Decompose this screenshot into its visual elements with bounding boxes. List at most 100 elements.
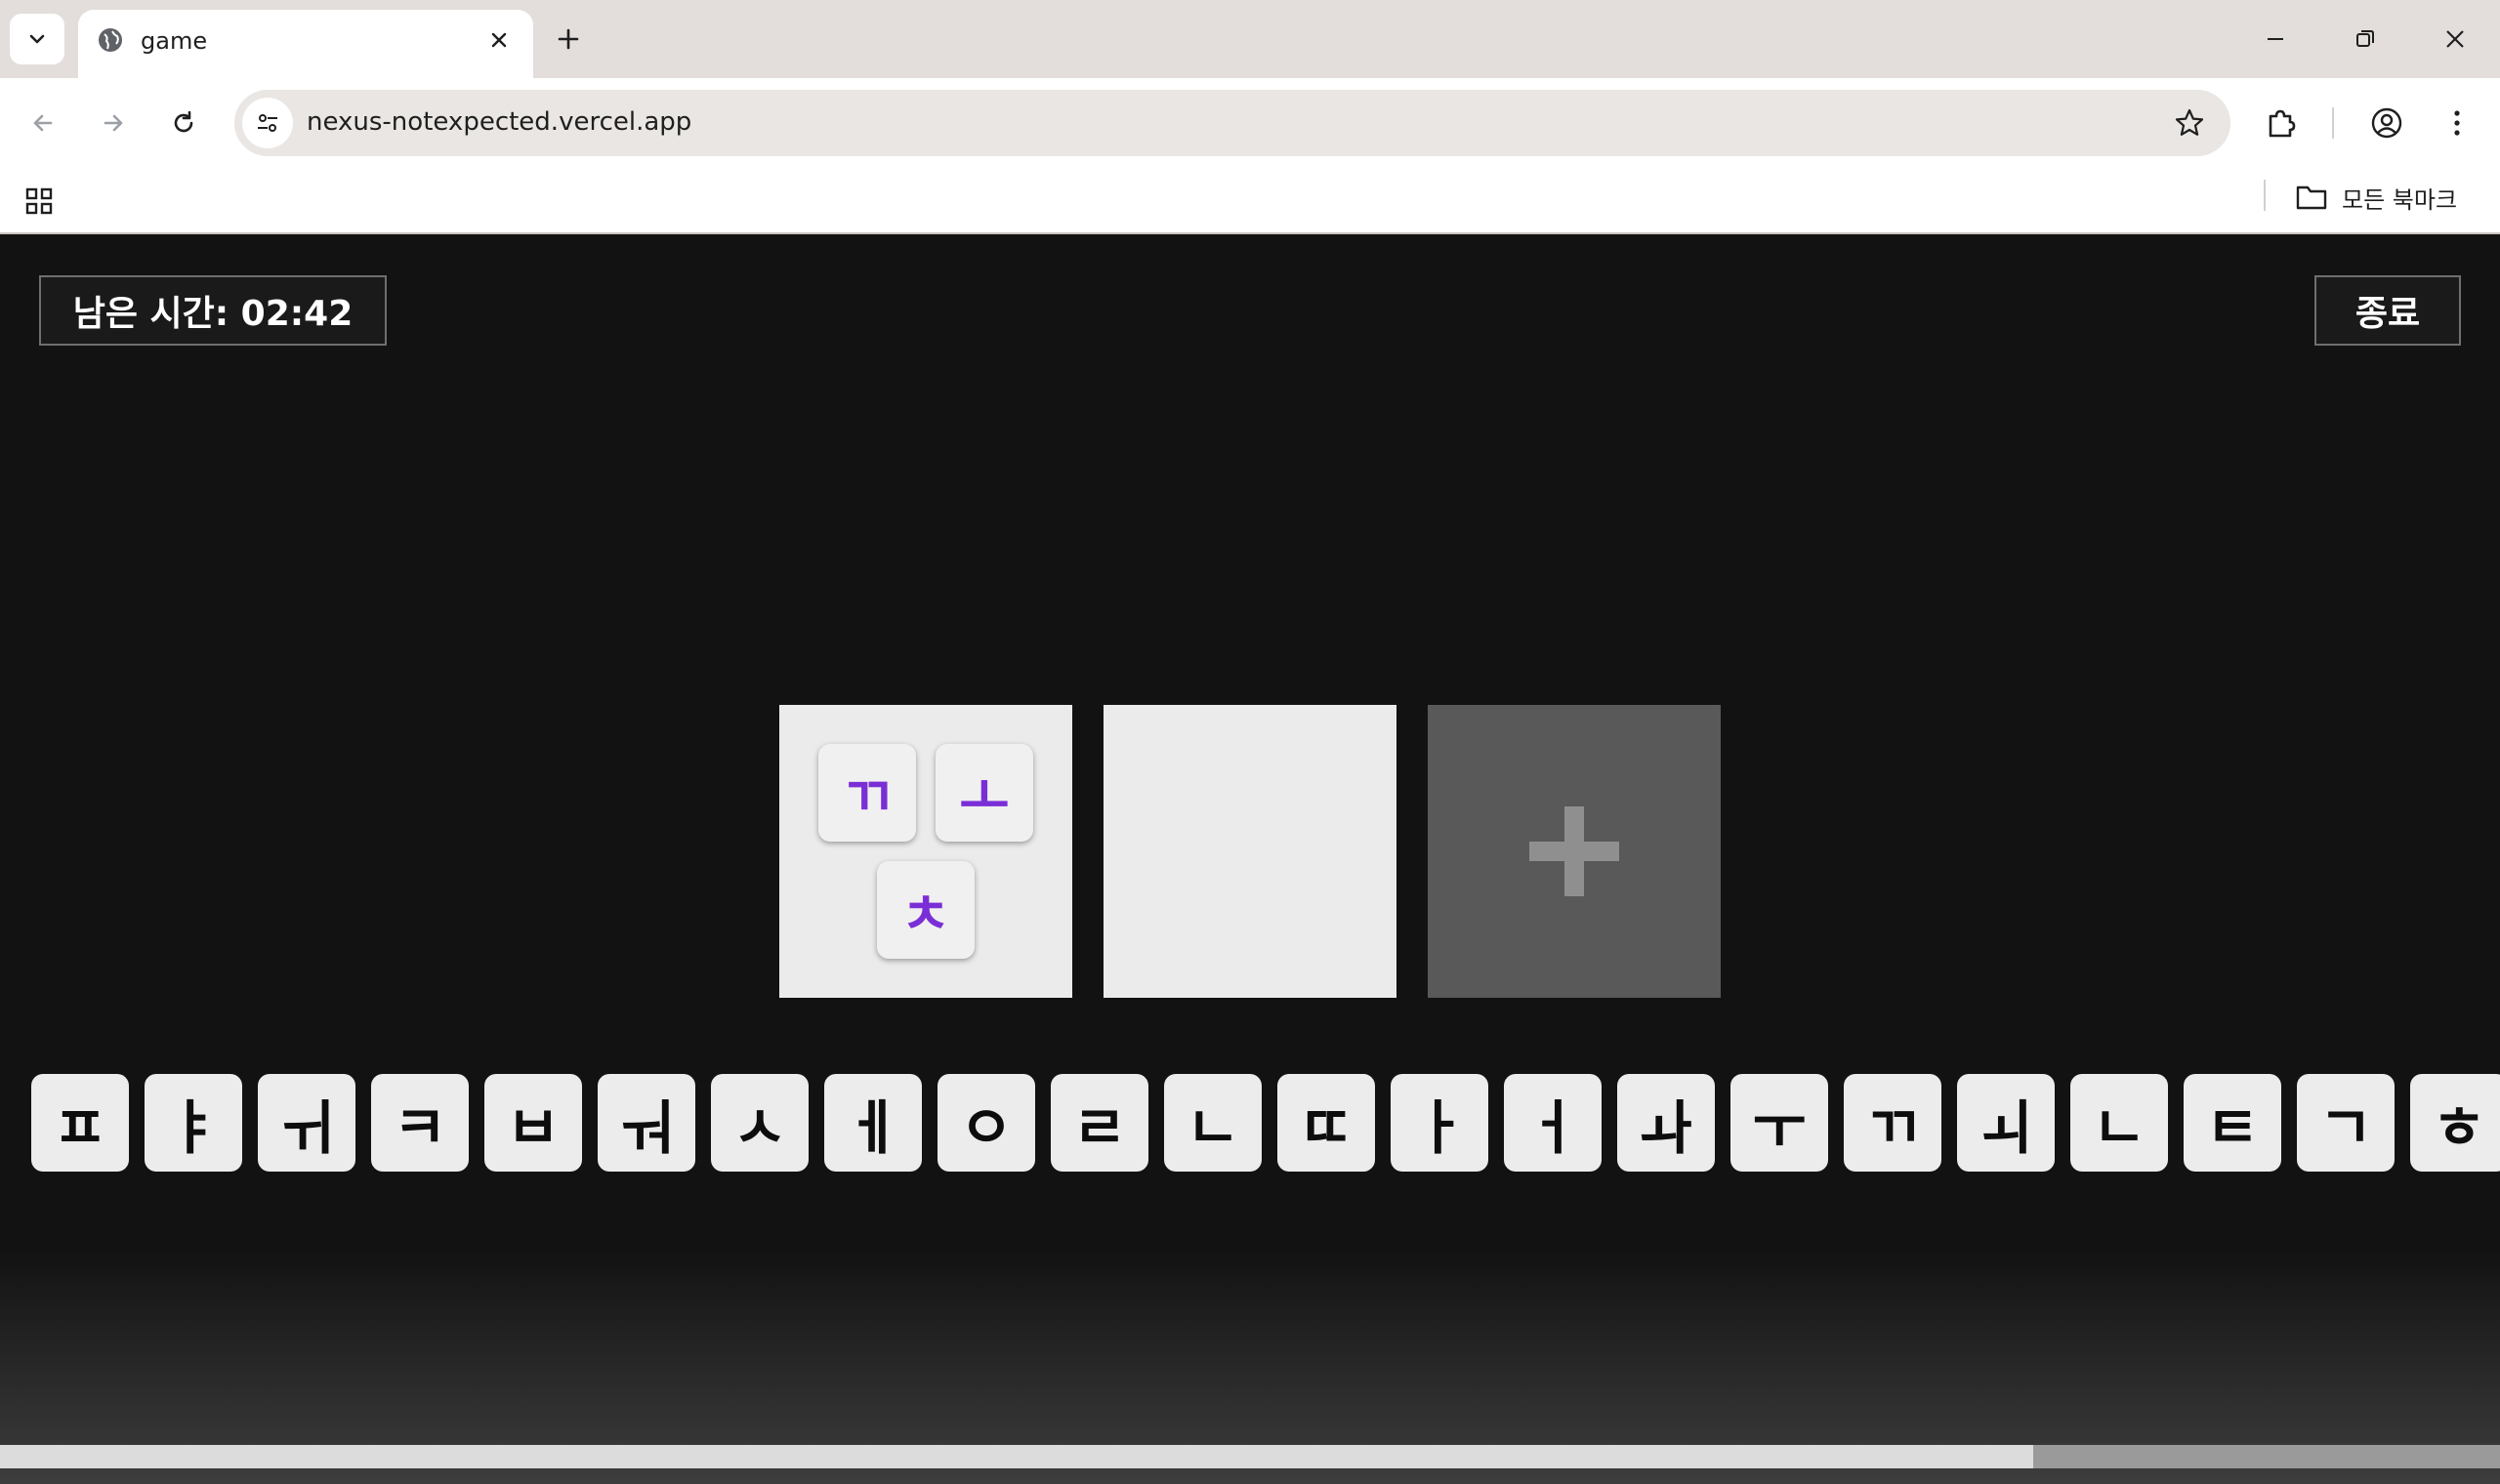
placed-tile[interactable]: ㅗ: [936, 744, 1033, 842]
profile-button[interactable]: [2363, 100, 2410, 146]
letter-key-glyph: ㄸ: [1299, 1093, 1354, 1163]
letter-key[interactable]: ㅜ: [1730, 1074, 1828, 1172]
letter-key[interactable]: ㅘ: [1617, 1074, 1715, 1172]
all-bookmarks-button[interactable]: 모든 북마크: [2295, 176, 2457, 219]
tab-search-button[interactable]: [10, 14, 64, 64]
plus-icon: [1529, 806, 1619, 896]
letter-key[interactable]: ㅂ: [484, 1074, 582, 1172]
arrow-left-icon: [33, 114, 53, 132]
arrow-right-icon: [104, 114, 123, 132]
bookmarks-bar: 모든 북마크: [0, 168, 2500, 234]
tab-close-button[interactable]: [482, 23, 516, 57]
browser-toolbar: nexus-notexpected.vercel.app: [0, 78, 2500, 168]
syllable-slot-2[interactable]: [1104, 705, 1396, 998]
letter-key-glyph: ㅋ: [393, 1093, 447, 1163]
chevron-down-icon: [29, 34, 45, 44]
letter-key[interactable]: ㄹ: [1051, 1074, 1148, 1172]
letter-key[interactable]: ㅚ: [1957, 1074, 2055, 1172]
letter-key[interactable]: ㅎ: [2410, 1074, 2500, 1172]
letter-key-glyph: ㅘ: [1639, 1093, 1693, 1163]
letter-key-glyph: ㅅ: [732, 1093, 787, 1163]
letter-key-glyph: ㅜ: [1752, 1093, 1807, 1163]
letter-key[interactable]: ㅔ: [824, 1074, 922, 1172]
forward-button[interactable]: [90, 100, 137, 146]
toolbar-divider: [2332, 107, 2334, 139]
letter-key[interactable]: ㅋ: [371, 1074, 469, 1172]
letter-key[interactable]: ㅍ: [31, 1074, 129, 1172]
reload-icon: [174, 110, 193, 133]
add-slot-button[interactable]: [1428, 705, 1721, 998]
letter-key-glyph: ㅔ: [846, 1093, 900, 1163]
letter-key-glyph: ㅎ: [2432, 1093, 2486, 1163]
bookmark-star-button[interactable]: [2170, 103, 2209, 143]
apps-button[interactable]: [20, 182, 59, 221]
letter-key-glyph: ㅝ: [619, 1093, 674, 1163]
close-window-button[interactable]: [2432, 16, 2479, 62]
end-game-button[interactable]: 종료: [2314, 275, 2461, 346]
browser-menu-button[interactable]: [2434, 100, 2480, 146]
end-game-label: 종료: [2354, 294, 2421, 334]
letter-key[interactable]: ㅓ: [1504, 1074, 1602, 1172]
letter-key[interactable]: ㄲ: [1844, 1074, 1941, 1172]
placed-tile[interactable]: ㄲ: [818, 744, 916, 842]
close-icon: [2446, 30, 2464, 48]
letter-key[interactable]: ㅑ: [145, 1074, 242, 1172]
extensions-button[interactable]: [2258, 100, 2305, 146]
address-bar[interactable]: nexus-notexpected.vercel.app: [234, 90, 2230, 156]
bookmarks-divider: [2264, 180, 2266, 211]
letter-key-glyph: ㅇ: [959, 1093, 1014, 1163]
restore-icon: [2356, 30, 2374, 47]
letter-key-glyph: ㅟ: [279, 1093, 334, 1163]
minimize-button[interactable]: [2252, 16, 2299, 62]
letter-key-glyph: ㅂ: [506, 1093, 561, 1163]
close-icon: [491, 32, 507, 48]
letter-key-glyph: ㄹ: [1072, 1093, 1127, 1163]
apps-grid-icon: [25, 187, 53, 215]
placed-tile[interactable]: ㅊ: [877, 861, 975, 959]
horizontal-scrollbar[interactable]: [0, 1445, 2500, 1468]
letter-key[interactable]: ㅇ: [938, 1074, 1035, 1172]
letter-key[interactable]: ㄴ: [1164, 1074, 1262, 1172]
letter-key[interactable]: ㄴ: [2070, 1074, 2168, 1172]
account-icon: [2371, 107, 2402, 139]
puzzle-icon: [2269, 109, 2296, 138]
timer-display: 남은 시간: 02:42: [39, 275, 387, 346]
letter-key[interactable]: ㅟ: [258, 1074, 355, 1172]
reload-button[interactable]: [160, 100, 207, 146]
letter-key[interactable]: ㅝ: [598, 1074, 695, 1172]
tab-strip: game: [0, 0, 2500, 78]
letter-key-glyph: ㅏ: [1412, 1093, 1467, 1163]
more-vert-icon: [2454, 110, 2460, 136]
back-button[interactable]: [20, 100, 66, 146]
letter-key[interactable]: ㅅ: [711, 1074, 809, 1172]
letter-key-glyph: ㅓ: [1525, 1093, 1580, 1163]
letter-key-glyph: ㄴ: [2092, 1093, 2146, 1163]
letter-key[interactable]: ㅏ: [1391, 1074, 1488, 1172]
minimize-icon: [2268, 38, 2283, 40]
tab-title: game: [141, 27, 208, 55]
restore-button[interactable]: [2342, 16, 2389, 62]
letter-key[interactable]: ㅌ: [2184, 1074, 2281, 1172]
scrollbar-thumb[interactable]: [2033, 1445, 2500, 1468]
tune-icon: [258, 114, 277, 132]
game-area: 남은 시간: 02:42 종료 ㄲ ㅗ ㅊ: [0, 234, 2500, 1484]
letter-key-glyph: ㄲ: [1865, 1093, 1920, 1163]
site-info-button[interactable]: [242, 98, 293, 148]
letter-key[interactable]: ㄱ: [2297, 1074, 2395, 1172]
syllable-slot-1[interactable]: ㄲ ㅗ ㅊ: [779, 705, 1072, 998]
plus-icon: [558, 28, 579, 50]
timer-text: 남은 시간: 02:42: [72, 294, 354, 334]
all-bookmarks-label: 모든 북마크: [2342, 186, 2458, 214]
letter-key-glyph: ㄱ: [2318, 1093, 2373, 1163]
browser-tab[interactable]: game: [78, 10, 533, 78]
letter-key[interactable]: ㄸ: [1277, 1074, 1375, 1172]
star-icon: [2175, 108, 2204, 136]
letter-key-glyph: ㅚ: [1979, 1093, 2033, 1163]
letter-key-glyph: ㅍ: [53, 1093, 107, 1163]
letter-key-glyph: ㄴ: [1186, 1093, 1240, 1163]
letter-key-glyph: ㅑ: [166, 1093, 221, 1163]
globe-icon: [99, 28, 122, 52]
url-text[interactable]: nexus-notexpected.vercel.app: [307, 107, 691, 137]
new-tab-button[interactable]: [549, 20, 588, 59]
folder-icon: [2296, 186, 2327, 210]
